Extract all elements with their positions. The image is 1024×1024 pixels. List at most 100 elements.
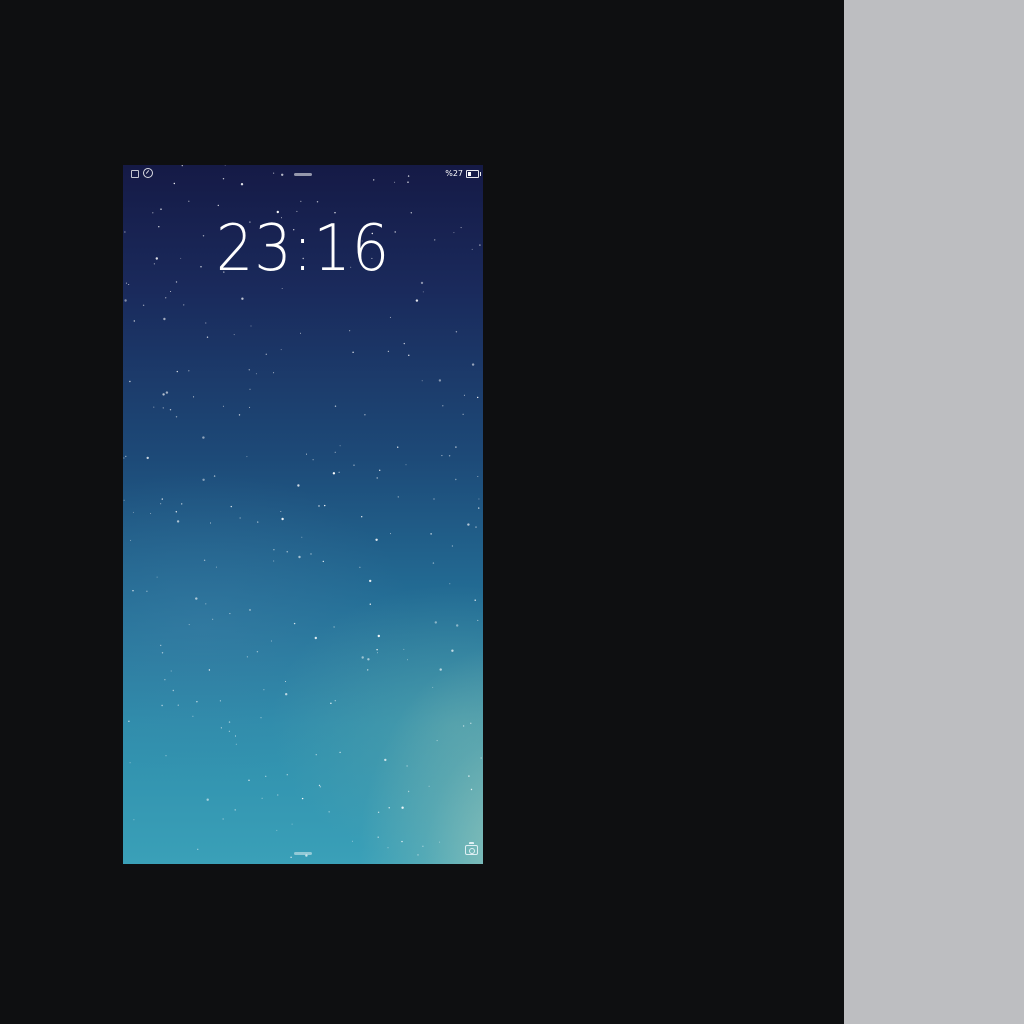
star: [170, 670, 172, 672]
star: [471, 248, 473, 250]
star: [125, 455, 127, 458]
star: [286, 774, 288, 776]
star: [300, 200, 302, 203]
star: [318, 505, 320, 507]
star: [249, 609, 251, 611]
star: [462, 413, 464, 415]
star: [161, 498, 163, 500]
star: [328, 811, 330, 813]
star: [195, 597, 198, 600]
star: [361, 516, 363, 518]
star: [188, 370, 190, 372]
star: [315, 754, 317, 756]
star: [133, 819, 135, 821]
star: [455, 478, 457, 481]
star: [312, 459, 314, 461]
side-panel: [844, 0, 1024, 1024]
star: [407, 181, 409, 183]
star: [215, 566, 217, 568]
star: [175, 511, 177, 513]
star: [230, 505, 232, 508]
star: [222, 818, 224, 820]
star: [436, 740, 438, 742]
star: [401, 840, 403, 843]
star: [281, 288, 283, 289]
star: [246, 656, 248, 658]
star: [277, 794, 279, 796]
star: [132, 590, 134, 592]
star: [249, 406, 251, 408]
star: [369, 579, 372, 583]
lock-screen-clock: 23:16: [215, 212, 391, 286]
star: [163, 317, 166, 321]
star: [407, 790, 410, 793]
star: [477, 396, 479, 399]
star: [369, 603, 371, 605]
star: [394, 181, 396, 183]
star: [390, 533, 391, 535]
star: [142, 304, 145, 306]
star: [432, 562, 435, 564]
star: [330, 702, 332, 704]
star: [301, 797, 304, 800]
lock-screen[interactable]: %27 23:16: [123, 165, 483, 864]
star: [202, 436, 205, 439]
star: [470, 722, 472, 724]
star: [417, 854, 419, 856]
star: [162, 393, 165, 396]
star: [384, 758, 387, 762]
status-right-icons: %27: [445, 168, 481, 179]
star: [451, 545, 453, 547]
star: [256, 651, 259, 653]
star: [229, 613, 231, 615]
star: [475, 526, 477, 528]
star: [442, 405, 444, 407]
star: [161, 704, 163, 707]
star: [173, 182, 175, 185]
star: [205, 322, 207, 324]
star: [338, 471, 340, 473]
star: [205, 603, 207, 605]
star: [160, 503, 162, 505]
star: [449, 583, 451, 585]
star: [388, 807, 390, 809]
star: [467, 523, 470, 526]
star: [439, 668, 442, 671]
notification-center-grabber[interactable]: [294, 173, 312, 176]
star: [318, 784, 321, 787]
star: [387, 847, 389, 849]
star: [377, 836, 379, 838]
star: [164, 679, 166, 681]
star: [478, 498, 480, 500]
star: [213, 475, 216, 477]
star: [270, 640, 272, 642]
star: [249, 388, 251, 390]
star: [301, 536, 303, 538]
star: [334, 451, 336, 453]
star: [206, 336, 209, 338]
star: [146, 590, 148, 592]
star: [389, 316, 391, 318]
star: [286, 551, 288, 553]
star: [421, 380, 423, 382]
control-center-grabber[interactable]: [294, 852, 312, 855]
star: [265, 775, 267, 777]
star: [208, 669, 211, 671]
star: [406, 765, 408, 767]
star: [352, 351, 354, 353]
star: [124, 231, 126, 233]
star: [407, 659, 408, 661]
star: [456, 624, 459, 627]
star: [322, 560, 324, 563]
star: [324, 504, 326, 507]
signal-icon: [131, 170, 139, 178]
star: [455, 446, 457, 448]
camera-icon[interactable]: [465, 842, 478, 855]
star: [319, 786, 322, 788]
star: [479, 244, 481, 246]
star: [235, 743, 237, 745]
star: [291, 823, 293, 825]
star: [306, 453, 307, 455]
star: [165, 297, 167, 299]
star: [165, 755, 167, 757]
